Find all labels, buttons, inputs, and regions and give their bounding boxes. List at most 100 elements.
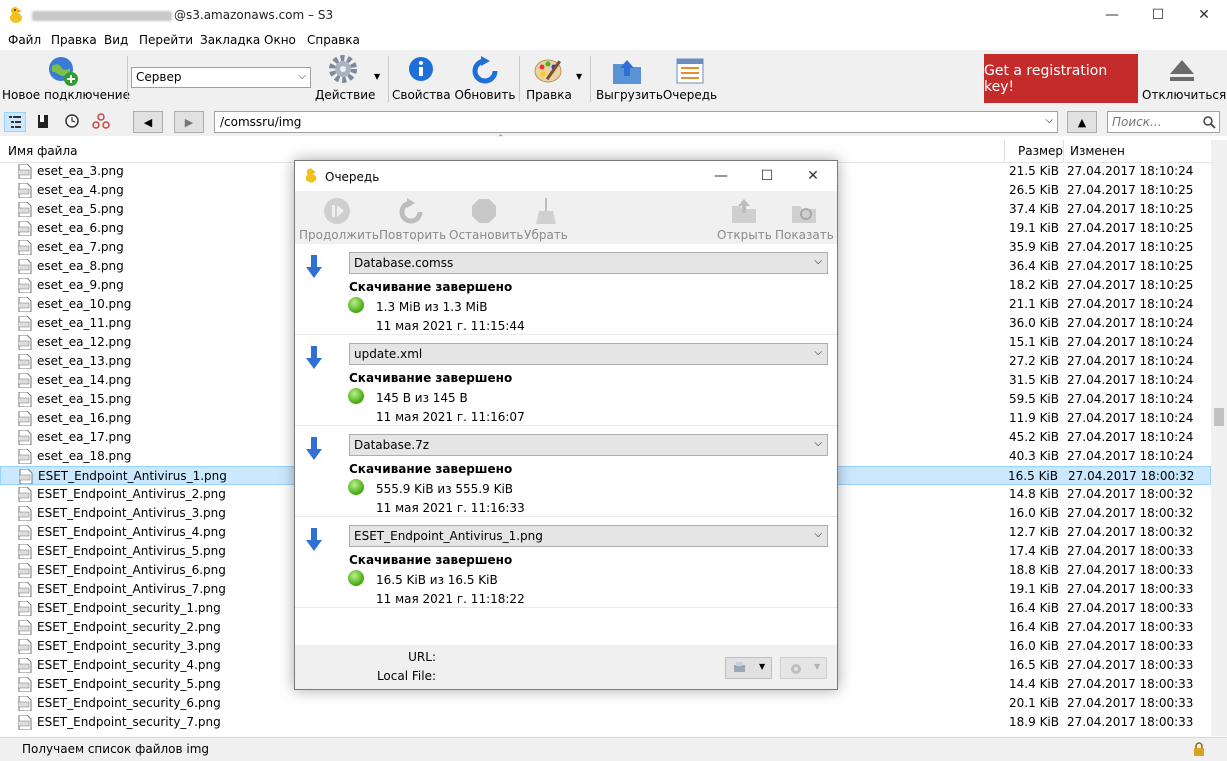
forward-button[interactable]: ▶ (174, 111, 204, 133)
file-modified: 27.04.2017 18:00:33 (1067, 639, 1194, 653)
stop-icon (472, 199, 496, 223)
toolbar-separator (519, 56, 520, 102)
download-arrow-icon (306, 346, 322, 369)
menu-view[interactable]: Вид (104, 33, 128, 47)
column-modified[interactable]: Изменен (1070, 144, 1125, 158)
history-button[interactable] (62, 112, 84, 132)
action-dropdown-arrow[interactable]: ▼ (374, 72, 380, 81)
file-modified: 27.04.2017 18:00:33 (1067, 658, 1194, 672)
resume-button[interactable]: Продолжить (299, 191, 379, 244)
menu-window[interactable]: Окно (264, 33, 296, 47)
menu-help[interactable]: Справка (307, 33, 360, 47)
file-modified: 27.04.2017 18:10:24 (1067, 392, 1194, 406)
transfer-item[interactable]: ESET_Endpoint_Antivirus_1.png ⌵ Скачивание… (295, 517, 837, 608)
stop-button[interactable]: Остановить (449, 191, 524, 244)
transfer-file-select[interactable]: ESET_Endpoint_Antivirus_1.png ⌵ (349, 525, 828, 547)
chevron-down-icon: ⌵ (814, 256, 822, 267)
complete-status-icon (348, 388, 364, 404)
speed-limit-dropdown[interactable]: ▼ (780, 657, 827, 679)
queue-dialog: Очередь — ☐ ✕ Продолжить Повторить Остан… (294, 160, 838, 690)
file-row[interactable]: ESET_Endpoint_security_6.png 20.1 KiB 27.0… (0, 694, 1211, 713)
properties-button[interactable]: Свойства (392, 50, 451, 106)
browser-view-button[interactable] (4, 112, 26, 132)
toolbar-separator (127, 56, 128, 102)
minimize-button[interactable]: — (1089, 0, 1135, 30)
file-modified: 27.04.2017 18:10:25 (1067, 202, 1194, 216)
complete-status-icon (348, 297, 364, 313)
transfer-file-select[interactable]: Database.7z ⌵ (349, 434, 828, 456)
parent-folder-button[interactable]: ▲ (1067, 111, 1097, 133)
file-size: 45.2 KiB (1009, 430, 1059, 444)
transfer-item[interactable]: update.xml ⌵ Скачивание завершено 145 B из … (295, 335, 837, 426)
png-file-icon (18, 221, 32, 236)
complete-status-icon (348, 570, 364, 586)
file-modified: 27.04.2017 18:10:25 (1067, 240, 1194, 254)
queue-action-dropdown[interactable]: ▼ (725, 657, 772, 679)
png-file-icon (18, 354, 32, 369)
retry-button[interactable]: Повторить (379, 191, 446, 244)
queue-button[interactable]: Очередь (662, 50, 718, 106)
file-name: ESET_Endpoint_security_2.png (37, 620, 221, 634)
file-size: 16.5 KiB (1008, 469, 1058, 483)
search-input[interactable]: Поиск... (1107, 111, 1220, 133)
file-size: 20.1 KiB (1009, 696, 1059, 710)
bonjour-button[interactable] (91, 112, 113, 132)
file-row[interactable]: ESET_Endpoint_security_7.png 18.9 KiB 27.0… (0, 713, 1211, 732)
menu-edit[interactable]: Правка (51, 33, 97, 47)
chevron-down-icon: ▼ (759, 662, 766, 671)
bookmarks-button[interactable] (33, 112, 55, 132)
queue-maximize-button[interactable]: ☐ (745, 161, 789, 191)
remove-button[interactable]: Убрать (523, 191, 569, 244)
menu-file[interactable]: Файл (8, 33, 41, 47)
menu-bookmark[interactable]: Закладка (200, 33, 260, 47)
vertical-scrollbar[interactable] (1211, 140, 1227, 736)
registration-key-button[interactable]: Get a registration key! (984, 54, 1138, 103)
open-button[interactable]: Открыть (717, 191, 772, 244)
transfer-file-select[interactable]: Database.comss ⌵ (349, 252, 828, 274)
eject-icon (1170, 60, 1194, 81)
download-arrow-icon (306, 255, 322, 278)
edit-dropdown-arrow[interactable]: ▼ (576, 72, 582, 81)
maximize-button[interactable]: ☐ (1135, 0, 1181, 30)
transfer-item[interactable]: Database.comss ⌵ Скачивание завершено 1.3 M… (295, 244, 837, 335)
png-file-icon (18, 297, 32, 312)
back-button[interactable]: ◀ (133, 111, 163, 133)
file-modified: 27.04.2017 18:00:32 (1067, 525, 1194, 539)
palette-icon (534, 59, 562, 83)
transfer-file-select[interactable]: update.xml ⌵ (349, 343, 828, 365)
transfer-item[interactable]: Database.7z ⌵ Скачивание завершено 555.9 Ki… (295, 426, 837, 517)
close-button[interactable]: ✕ (1181, 0, 1227, 30)
server-select[interactable]: Сервер ⌵ (131, 67, 311, 88)
action-button[interactable]: Действие (315, 50, 375, 106)
menu-go[interactable]: Перейти (139, 33, 193, 47)
bookmark-book-icon (38, 115, 48, 128)
file-name: ESET_Endpoint_Antivirus_5.png (37, 544, 226, 558)
queue-close-button[interactable]: ✕ (791, 161, 835, 191)
file-size: 16.0 KiB (1009, 506, 1059, 520)
column-size[interactable]: Размер (1018, 144, 1063, 158)
file-modified: 27.04.2017 18:10:25 (1067, 259, 1194, 273)
scrollbar-thumb[interactable] (1214, 408, 1224, 426)
file-name: eset_ea_6.png (37, 221, 124, 235)
file-modified: 27.04.2017 18:10:24 (1067, 335, 1194, 349)
edit-button[interactable]: Правка (524, 50, 574, 106)
transfer-status: Скачивание завершено (349, 280, 513, 294)
disconnect-button[interactable]: Отключиться (1142, 50, 1226, 106)
file-size: 16.4 KiB (1009, 620, 1059, 634)
path-select[interactable]: /comssru/img ⌵ (214, 111, 1058, 133)
png-file-icon (18, 487, 32, 502)
show-button[interactable]: Показать (775, 191, 834, 244)
queue-minimize-button[interactable]: — (699, 161, 743, 191)
transfer-time: 11 мая 2021 г. 11:16:07 (376, 410, 525, 424)
png-file-icon (18, 582, 32, 597)
file-size: 40.3 KiB (1009, 449, 1059, 463)
file-name: ESET_Endpoint_security_3.png (37, 639, 221, 653)
file-name: ESET_Endpoint_Antivirus_3.png (37, 506, 226, 520)
new-connection-button[interactable]: Новое подключение (2, 50, 130, 106)
column-name[interactable]: Имя файла (8, 144, 78, 158)
lock-icon (1194, 742, 1204, 756)
refresh-button[interactable]: Обновить (454, 50, 516, 106)
toolbar-separator (388, 56, 389, 102)
gear-icon (329, 55, 357, 83)
upload-button[interactable]: Выгрузить (596, 50, 663, 106)
